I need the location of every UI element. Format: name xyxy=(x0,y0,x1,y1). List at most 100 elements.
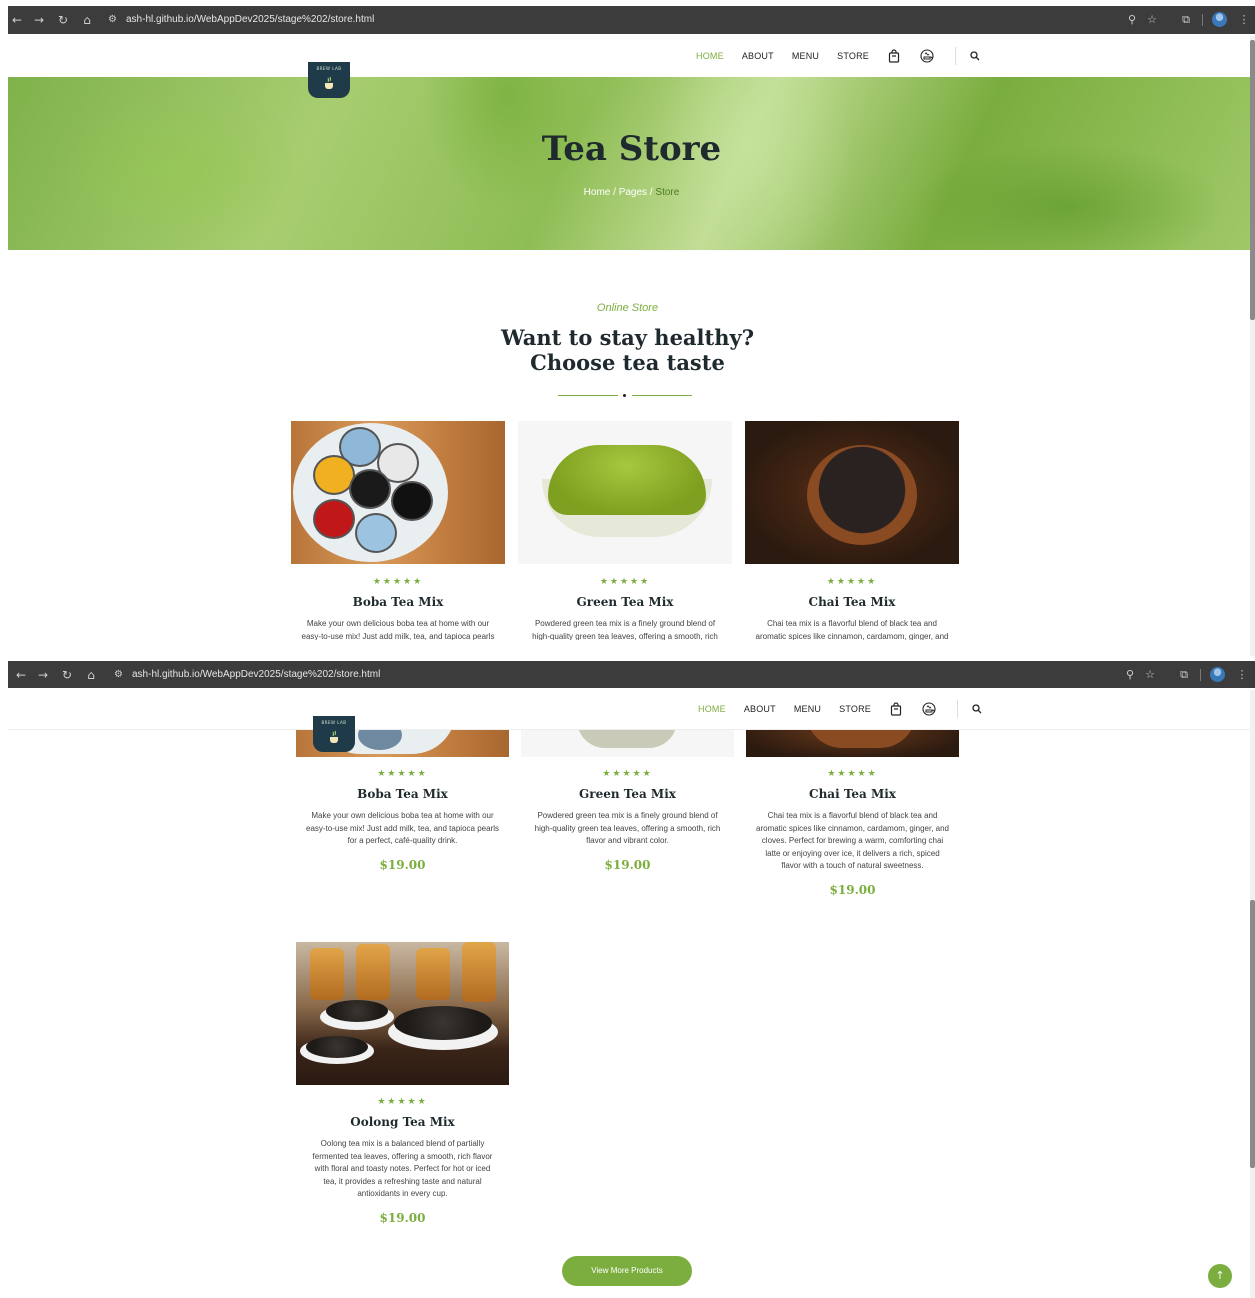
product-name[interactable]: Chai Tea Mix xyxy=(745,595,959,609)
product-card-boba[interactable]: ★★★★★ Boba Tea Mix Make your own delicio… xyxy=(291,421,505,640)
section-heading: Want to stay healthy? Choose tea taste xyxy=(0,325,1255,375)
bookmark-star-icon[interactable]: ☆ xyxy=(1144,11,1160,29)
breadcrumb: Home / Pages / Store xyxy=(8,187,1255,198)
site-logo[interactable]: BREW LAB xyxy=(313,716,355,752)
site-header: HOME ABOUT MENU STORE xyxy=(8,35,1255,77)
product-image-chai[interactable] xyxy=(746,730,959,757)
main-nav: HOME ABOUT MENU STORE xyxy=(696,35,998,77)
product-description: Chai tea mix is a flavorful blend of bla… xyxy=(755,619,949,640)
product-name[interactable]: Green Tea Mix xyxy=(521,787,734,801)
product-card-oolong[interactable]: ★★★★★ Oolong Tea Mix Oolong tea mix is a… xyxy=(296,942,509,1225)
toolbar-separator xyxy=(1202,14,1203,26)
product-name[interactable]: Chai Tea Mix xyxy=(746,787,959,801)
forward-icon[interactable]: → xyxy=(34,666,52,684)
product-image-green[interactable] xyxy=(521,730,734,757)
logo-text: BREW LAB xyxy=(321,720,347,725)
product-description: Make your own delicious boba tea at home… xyxy=(301,619,495,640)
product-image-green[interactable] xyxy=(518,421,732,564)
zoom-icon[interactable]: ⚲ xyxy=(1122,666,1138,684)
search-icon[interactable] xyxy=(970,51,980,61)
page-scrollbar[interactable] xyxy=(1250,690,1255,1298)
product-description: Powdered green tea mix is a finely groun… xyxy=(534,811,721,845)
product-image-chai[interactable] xyxy=(745,421,959,564)
extensions-icon[interactable]: ⧉ xyxy=(1178,11,1194,29)
address-bar[interactable]: ash-hl.github.io/WebAppDev2025/stage%202… xyxy=(132,667,380,683)
product-card-boba[interactable]: ★★★★★ Boba Tea Mix Make your own delicio… xyxy=(296,757,509,872)
site-logo[interactable]: BREW LAB xyxy=(308,62,350,98)
product-card-chai[interactable]: ★★★★★ Chai Tea Mix Chai tea mix is a fla… xyxy=(745,421,959,640)
rating-stars: ★★★★★ xyxy=(827,769,878,779)
site-settings-icon[interactable]: ⚙ xyxy=(114,666,123,684)
scrollbar-thumb[interactable] xyxy=(1250,40,1255,320)
breadcrumb-pages[interactable]: Pages xyxy=(619,187,647,198)
rating-stars: ★★★★★ xyxy=(602,769,653,779)
profile-avatar[interactable] xyxy=(1210,667,1225,682)
tea-icon[interactable] xyxy=(921,701,939,717)
home-icon[interactable]: ⌂ xyxy=(78,11,96,29)
extensions-icon[interactable]: ⧉ xyxy=(1176,666,1192,684)
nav-store[interactable]: STORE xyxy=(837,51,869,61)
shopping-bag-icon[interactable] xyxy=(889,702,903,716)
site-settings-icon[interactable]: ⚙ xyxy=(108,11,117,29)
product-name[interactable]: Oolong Tea Mix xyxy=(296,1115,509,1129)
product-name[interactable]: Green Tea Mix xyxy=(518,595,732,609)
product-description: Chai tea mix is a flavorful blend of bla… xyxy=(756,811,949,870)
product-price: $19.00 xyxy=(379,1210,426,1225)
menu-dots-icon[interactable]: ⋮ xyxy=(1234,666,1250,684)
product-price: $19.00 xyxy=(604,857,651,872)
rating-stars: ★★★★★ xyxy=(377,769,428,779)
product-name[interactable]: Boba Tea Mix xyxy=(296,787,509,801)
teacup-logo-icon xyxy=(325,76,333,89)
product-card-green[interactable]: ★★★★★ Green Tea Mix Powdered green tea m… xyxy=(521,757,734,872)
scrollbar-thumb[interactable] xyxy=(1250,900,1255,1168)
rating-stars: ★★★★★ xyxy=(372,577,424,587)
nav-separator xyxy=(954,47,956,65)
rating-stars: ★★★★★ xyxy=(377,1097,428,1107)
nav-home[interactable]: HOME xyxy=(696,51,724,61)
shopping-bag-icon[interactable] xyxy=(887,49,901,63)
view-more-products-button[interactable]: View More Products xyxy=(562,1256,692,1286)
reload-icon[interactable]: ↻ xyxy=(58,666,76,684)
arrow-up-icon[interactable]: ↑ xyxy=(1208,1264,1232,1288)
page-scrollbar[interactable] xyxy=(1250,36,1255,656)
back-icon[interactable]: ← xyxy=(12,666,30,684)
nav-separator xyxy=(956,700,958,718)
nav-about[interactable]: ABOUT xyxy=(744,704,776,714)
hero-banner: Tea Store Home / Pages / Store xyxy=(8,77,1255,250)
breadcrumb-separator: / xyxy=(610,187,619,198)
site-header: HOME ABOUT MENU STORE xyxy=(8,688,1255,730)
search-icon[interactable] xyxy=(972,704,982,714)
product-image-boba[interactable] xyxy=(291,421,505,564)
forward-icon[interactable]: → xyxy=(30,11,48,29)
nav-store[interactable]: STORE xyxy=(839,704,871,714)
bookmark-star-icon[interactable]: ☆ xyxy=(1142,666,1158,684)
product-name[interactable]: Boba Tea Mix xyxy=(291,595,505,609)
menu-dots-icon[interactable]: ⋮ xyxy=(1236,11,1252,29)
nav-menu[interactable]: MENU xyxy=(794,704,821,714)
nav-home[interactable]: HOME xyxy=(698,704,726,714)
reload-icon[interactable]: ↻ xyxy=(54,11,72,29)
tea-icon[interactable] xyxy=(919,48,937,64)
home-icon[interactable]: ⌂ xyxy=(82,666,100,684)
section-heading-line1: Want to stay healthy? xyxy=(501,325,754,350)
back-icon[interactable]: ← xyxy=(8,11,26,29)
browser-toolbar: ← → ↻ ⌂ ⚙ ash-hl.github.io/WebAppDev2025… xyxy=(8,6,1255,34)
breadcrumb-home[interactable]: Home xyxy=(584,187,611,198)
zoom-icon[interactable]: ⚲ xyxy=(1124,11,1140,29)
toolbar-separator xyxy=(1200,669,1201,681)
browser-toolbar: ← → ↻ ⌂ ⚙ ash-hl.github.io/WebAppDev2025… xyxy=(8,661,1255,689)
nav-about[interactable]: ABOUT xyxy=(742,51,774,61)
section-heading-line2: Choose tea taste xyxy=(530,350,725,375)
teacup-logo-icon xyxy=(330,730,338,743)
profile-avatar[interactable] xyxy=(1212,12,1227,27)
breadcrumb-current: Store xyxy=(655,187,680,198)
rating-stars: ★★★★★ xyxy=(599,577,651,587)
nav-menu[interactable]: MENU xyxy=(792,51,819,61)
section-divider xyxy=(558,394,692,398)
address-bar[interactable]: ash-hl.github.io/WebAppDev2025/stage%202… xyxy=(126,12,374,28)
section-kicker: Online Store xyxy=(596,302,659,314)
product-card-green[interactable]: ★★★★★ Green Tea Mix Powdered green tea m… xyxy=(518,421,732,640)
product-card-chai[interactable]: ★★★★★ Chai Tea Mix Chai tea mix is a fla… xyxy=(746,757,959,897)
screenshot-bottom: ← → ↻ ⌂ ⚙ ash-hl.github.io/WebAppDev2025… xyxy=(0,660,1255,1298)
product-image-oolong[interactable] xyxy=(296,942,509,1085)
